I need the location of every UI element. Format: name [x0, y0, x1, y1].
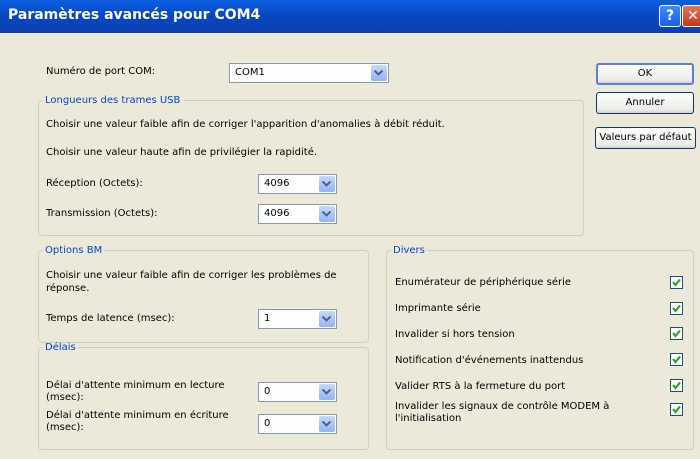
bm-group-title: Options BM	[45, 245, 103, 256]
chevron-down-icon	[371, 65, 387, 81]
port-value: COM1	[235, 67, 265, 78]
help-button[interactable]: ?	[659, 5, 681, 27]
tx-select[interactable]: 4096	[258, 204, 337, 224]
chevron-down-icon	[319, 176, 335, 192]
disable-on-poweroff-checkbox[interactable]	[670, 327, 683, 340]
usb-hint-low: Choisir une valeur faible afin de corrig…	[46, 119, 445, 130]
chevron-down-icon	[319, 206, 335, 222]
window-title: Paramètres avancés pour COM4	[8, 7, 261, 23]
modem-signals-label-line1: Invalider les signaux de contrôle MODEM …	[395, 401, 610, 412]
delays-group-title: Délais	[45, 342, 76, 353]
checkmark-icon	[672, 381, 681, 390]
disable-on-poweroff-label: Invalider si hors tension	[395, 329, 515, 340]
read-timeout-select[interactable]: 0	[258, 382, 337, 402]
latency-value: 1	[264, 313, 271, 324]
checkmark-icon	[672, 329, 681, 338]
checkmark-icon	[672, 304, 681, 313]
port-select[interactable]: COM1	[229, 63, 389, 83]
port-label: Numéro de port COM:	[46, 66, 156, 77]
rx-label: Réception (Octets):	[46, 178, 143, 189]
checkmark-icon	[672, 278, 681, 287]
usb-group-title: Longueurs des trames USB	[45, 95, 181, 106]
read-timeout-value: 0	[264, 386, 271, 397]
serial-printer-label: Imprimante série	[395, 303, 481, 314]
write-timeout-select[interactable]: 0	[258, 414, 337, 434]
rts-on-close-label: Valider RTS à la fermeture du port	[395, 381, 566, 392]
ok-button[interactable]: OK	[596, 63, 694, 85]
bm-hint-line1: Choisir une valeur faible afin de corrig…	[46, 270, 337, 281]
serial-printer-checkbox[interactable]	[670, 302, 683, 315]
unexpected-events-checkbox[interactable]	[670, 353, 683, 366]
chevron-down-icon	[319, 384, 335, 400]
bm-hint-line2: réponse.	[46, 283, 90, 294]
unexpected-events-label: Notification d'événements inattendus	[395, 355, 584, 366]
dialog-body: Numéro de port COM: COM1 OK Annuler Vale…	[0, 33, 700, 459]
write-timeout-value: 0	[264, 418, 271, 429]
tx-value: 4096	[264, 208, 290, 219]
latency-label: Temps de latence (msec):	[46, 313, 175, 324]
serial-enumerator-checkbox[interactable]	[670, 276, 683, 289]
close-button[interactable]: ✕	[682, 5, 700, 27]
write-timeout-label-line2: (msec):	[46, 422, 84, 433]
modem-signals-checkbox[interactable]	[670, 403, 683, 416]
chevron-down-icon	[319, 416, 335, 432]
rts-on-close-checkbox[interactable]	[670, 379, 683, 392]
latency-select[interactable]: 1	[258, 309, 337, 329]
checkmark-icon	[672, 355, 681, 364]
checkmark-icon	[672, 405, 681, 414]
usb-hint-high: Choisir une valeur haute afin de privilé…	[46, 147, 318, 158]
chevron-down-icon	[319, 311, 335, 327]
read-timeout-label-line1: Délai d'attente minimum en lecture	[46, 380, 225, 391]
read-timeout-label-line2: (msec):	[46, 392, 84, 403]
title-bar[interactable]: Paramètres avancés pour COM4 ? ✕	[0, 0, 700, 33]
defaults-button[interactable]: Valeurs par défaut	[595, 127, 696, 149]
tx-label: Transmission (Octets):	[46, 208, 158, 219]
rx-value: 4096	[264, 178, 290, 189]
serial-enumerator-label: Enumérateur de périphérique série	[395, 277, 572, 288]
modem-signals-label-line2: l'initialisation	[395, 413, 462, 424]
write-timeout-label-line1: Délai d'attente minimum en écriture	[46, 410, 229, 421]
cancel-button[interactable]: Annuler	[596, 92, 694, 114]
misc-group-title: Divers	[393, 245, 425, 256]
rx-select[interactable]: 4096	[258, 174, 337, 194]
